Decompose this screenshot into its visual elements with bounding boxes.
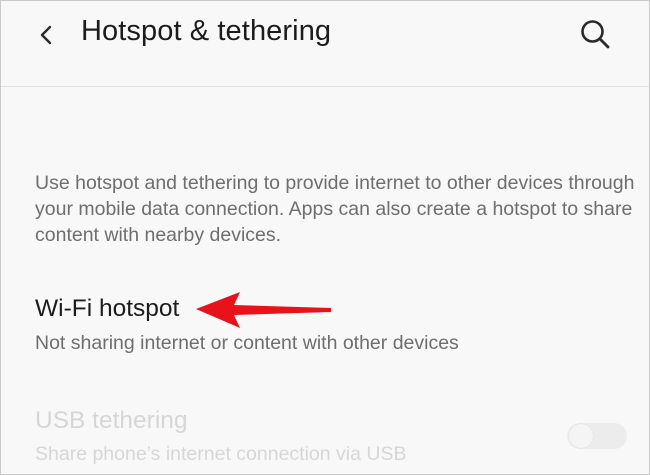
search-icon <box>581 20 610 49</box>
back-button[interactable] <box>25 13 69 57</box>
usb-tethering-toggle[interactable] <box>567 423 627 449</box>
hotspot-description: Use hotspot and tethering to provide int… <box>35 172 635 246</box>
app-bar: Hotspot & tethering <box>1 1 649 87</box>
back-arrow-icon <box>40 25 52 45</box>
usb-tethering-item[interactable]: USB tethering Share phone’s internet con… <box>1 397 649 474</box>
pointer-arrow-icon <box>196 292 331 328</box>
usb-tethering-title: USB tethering <box>35 407 188 434</box>
page-title: Hotspot & tethering <box>81 15 332 47</box>
usb-tethering-subtitle: Share phone’s internet connection via US… <box>35 443 407 465</box>
wifi-hotspot-subtitle: Not sharing internet or content with oth… <box>35 332 459 354</box>
toggle-knob <box>569 424 593 448</box>
screen: Hotspot & tethering Use hotspot and teth… <box>0 0 650 475</box>
search-button[interactable] <box>571 11 619 57</box>
wifi-hotspot-title: Wi-Fi hotspot <box>35 295 180 322</box>
